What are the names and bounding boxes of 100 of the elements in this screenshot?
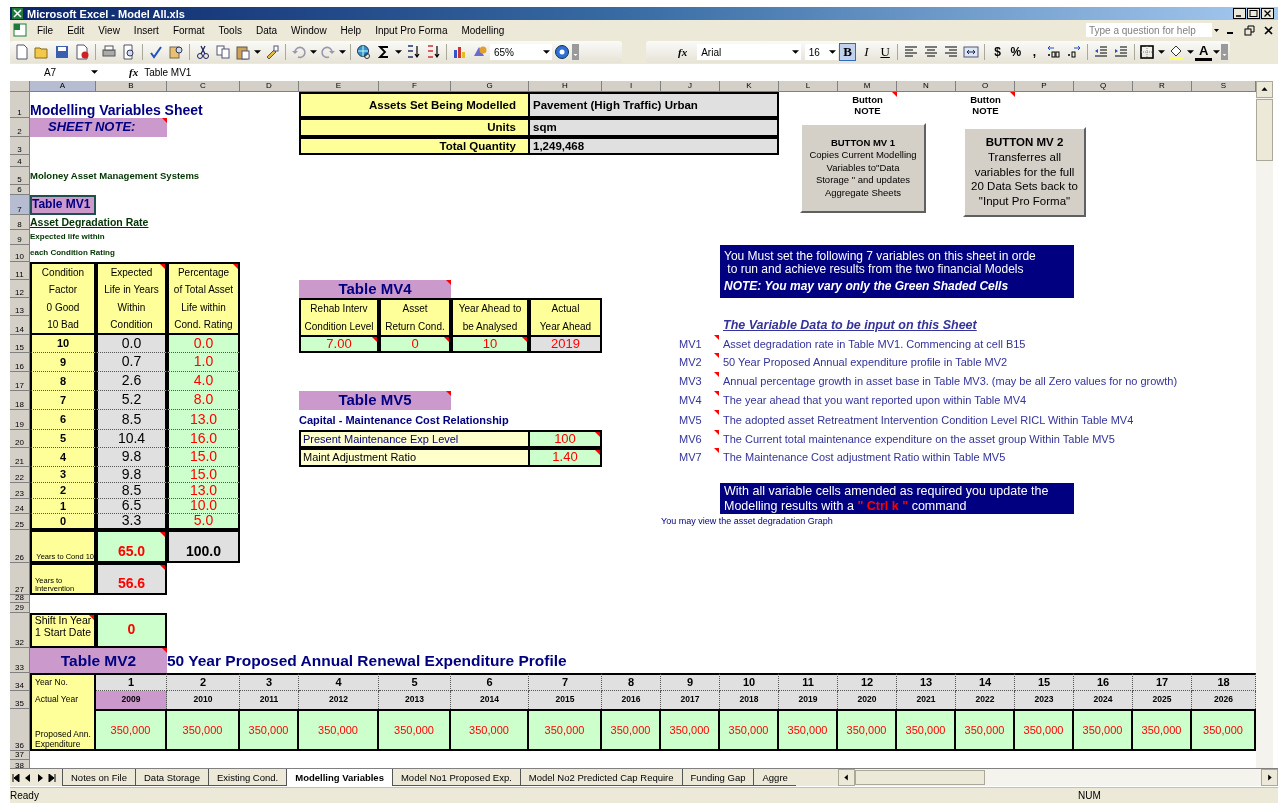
row-header[interactable]: 32 <box>10 613 30 648</box>
table-cell[interactable]: 2022 <box>956 691 1015 709</box>
vertical-scrollbar[interactable] <box>1256 81 1273 768</box>
formula-field[interactable]: Table MV1 <box>144 66 192 78</box>
input-cell[interactable]: 350,000 <box>838 709 897 751</box>
input-cell[interactable]: 350,000 <box>1192 709 1256 751</box>
column-header[interactable]: J <box>661 81 720 92</box>
workbook-icon[interactable] <box>12 22 28 38</box>
column-header[interactable]: K <box>720 81 779 92</box>
copy-icon[interactable] <box>215 44 231 60</box>
input-cell[interactable]: 10.0 <box>167 499 240 514</box>
dropdown-arrow-icon[interactable] <box>791 50 799 54</box>
column-header[interactable]: I <box>602 81 661 92</box>
row-header[interactable]: 34 <box>10 673 30 691</box>
menu-item[interactable]: Format <box>165 24 212 36</box>
column-header[interactable]: R <box>1133 81 1192 92</box>
dropdown-arrow-icon[interactable] <box>543 50 550 54</box>
row-header[interactable]: 33 <box>10 648 30 673</box>
scrollbar-thumb[interactable] <box>1256 99 1273 161</box>
row-header[interactable]: 10 <box>10 245 30 262</box>
sheet-tab[interactable]: Model No1 Proposed Exp. <box>391 769 520 786</box>
row-header[interactable]: 24 <box>10 499 30 514</box>
input-cell[interactable]: 350,000 <box>779 709 838 751</box>
input-cell[interactable]: 350,000 <box>299 709 379 751</box>
caret-icon[interactable] <box>1187 50 1195 54</box>
column-header[interactable]: L <box>779 81 838 92</box>
input-cell[interactable]: 350,000 <box>1015 709 1074 751</box>
column-header[interactable]: F <box>379 81 451 92</box>
new-document-icon[interactable] <box>14 44 30 60</box>
column-header[interactable]: C <box>167 81 240 92</box>
horizontal-scrollbar[interactable] <box>838 769 1278 786</box>
caret-icon[interactable] <box>1158 50 1166 54</box>
sheet-tab[interactable]: Notes on File <box>62 769 135 786</box>
input-cell[interactable]: 10 <box>451 335 529 353</box>
comma-button[interactable]: , <box>1025 43 1044 61</box>
sheet-tab[interactable]: Aggre <box>753 769 796 786</box>
input-cell[interactable]: 0 <box>379 335 451 353</box>
menu-item[interactable]: File <box>30 24 61 36</box>
column-header[interactable]: M <box>838 81 897 92</box>
input-cell[interactable]: 350,000 <box>451 709 529 751</box>
spelling-check-icon[interactable] <box>148 44 164 60</box>
research-icon[interactable] <box>168 44 184 60</box>
table-cell[interactable]: 2016 <box>602 691 661 709</box>
menu-item[interactable]: Help <box>333 24 369 36</box>
close-icon[interactable] <box>1263 24 1274 36</box>
table-cell[interactable]: 2015 <box>529 691 602 709</box>
scroll-left-icon[interactable] <box>838 769 855 786</box>
borders-icon[interactable] <box>1139 44 1156 60</box>
input-cell[interactable]: 350,000 <box>1074 709 1133 751</box>
font-color-button[interactable]: A <box>1195 43 1212 61</box>
menu-item[interactable]: Insert <box>126 24 166 36</box>
decrease-decimal-icon[interactable] <box>1065 44 1082 60</box>
permission-icon[interactable] <box>74 44 90 60</box>
input-cell[interactable]: 350,000 <box>897 709 956 751</box>
input-cell[interactable]: 350,000 <box>529 709 602 751</box>
percent-button[interactable]: % <box>1006 43 1026 61</box>
column-header[interactable]: B <box>96 81 167 92</box>
caret-icon[interactable] <box>395 50 402 54</box>
hyperlink-globe-icon[interactable] <box>356 44 372 60</box>
input-cell[interactable]: 350,000 <box>720 709 779 751</box>
sort-descending-icon[interactable] <box>425 44 441 60</box>
menu-item[interactable]: Modelling <box>454 24 512 36</box>
table-cell[interactable]: 2014 <box>451 691 529 709</box>
input-cell[interactable]: 350,000 <box>956 709 1015 751</box>
menu-item[interactable]: Window <box>284 24 334 36</box>
column-header[interactable]: A <box>30 81 96 92</box>
table-cell[interactable]: 2018 <box>720 691 779 709</box>
row-header[interactable]: 27 <box>10 563 30 595</box>
table-cell[interactable]: 2026 <box>1192 691 1256 709</box>
restore-icon[interactable] <box>1244 24 1255 36</box>
next-sheet-icon[interactable] <box>36 773 44 782</box>
row-header[interactable]: 26 <box>10 530 30 563</box>
column-header[interactable]: O <box>956 81 1015 92</box>
input-cell[interactable]: 350,000 <box>167 709 240 751</box>
row-header[interactable]: 25 <box>10 514 30 530</box>
input-cell[interactable]: 100 <box>529 430 602 448</box>
table-cell[interactable]: 2021 <box>897 691 956 709</box>
row-header[interactable]: 14 <box>10 316 30 335</box>
menu-item[interactable]: View <box>91 24 127 36</box>
sheet-tab[interactable]: Existing Cond. <box>207 769 287 786</box>
row-header[interactable]: 35 <box>10 691 30 709</box>
last-sheet-icon[interactable] <box>48 773 56 782</box>
row-header[interactable]: 5 <box>10 167 30 185</box>
first-sheet-icon[interactable] <box>12 773 20 782</box>
align-center-icon[interactable] <box>923 44 940 60</box>
italic-button[interactable]: I <box>858 43 875 61</box>
format-painter-icon[interactable] <box>264 44 280 60</box>
table-cell[interactable]: 2025 <box>1133 691 1192 709</box>
input-cell[interactable]: 7.00 <box>299 335 379 353</box>
row-header[interactable]: 13 <box>10 298 30 316</box>
cut-icon[interactable] <box>195 44 211 60</box>
save-icon[interactable] <box>54 44 70 60</box>
row-header[interactable]: 23 <box>10 483 30 499</box>
row-header[interactable]: 7 <box>10 195 30 215</box>
table-cell[interactable]: 2024 <box>1074 691 1133 709</box>
row-header[interactable]: 12 <box>10 280 30 298</box>
align-left-icon[interactable] <box>903 44 920 60</box>
sort-ascending-icon[interactable] <box>405 44 421 60</box>
column-header[interactable]: P <box>1015 81 1074 92</box>
increase-indent-icon[interactable] <box>1112 44 1129 60</box>
